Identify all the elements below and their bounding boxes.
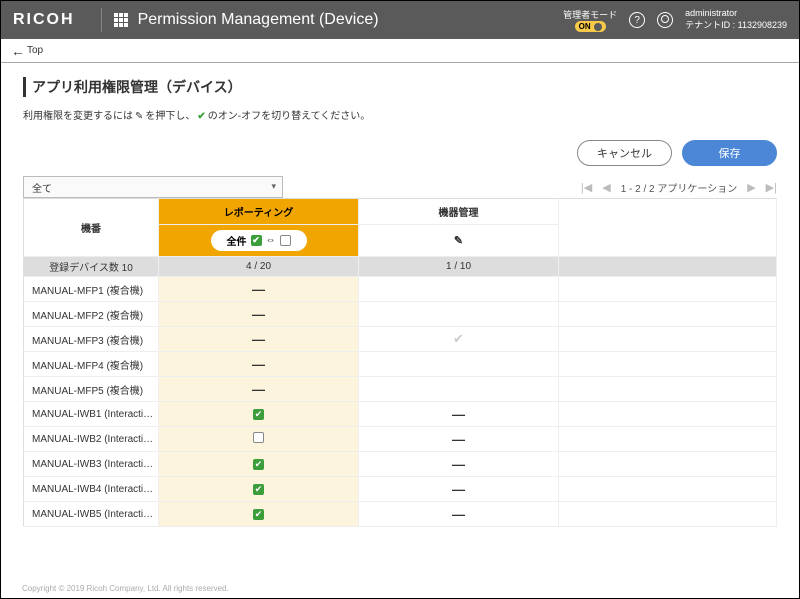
report-cell[interactable]: ✔ <box>159 402 359 427</box>
device-name: MANUAL-MFP1 (複合機) <box>24 277 159 302</box>
pager-first-icon[interactable]: |◀ <box>581 181 592 194</box>
pencil-icon: ✎ <box>135 111 143 122</box>
report-cell[interactable]: ✔ <box>159 477 359 502</box>
dash-icon: — <box>252 282 265 297</box>
device-cell[interactable] <box>359 377 559 402</box>
col-reporting[interactable]: レポーティング <box>159 199 359 225</box>
check-icon: ✔ <box>197 111 205 122</box>
report-cell[interactable]: — <box>159 302 359 327</box>
device-cell[interactable] <box>359 277 559 302</box>
checkbox-off-icon[interactable] <box>253 432 264 443</box>
app-title: Permission Management (Device) <box>138 11 379 29</box>
brand-logo: RICOH <box>13 11 75 29</box>
user-name: administrator <box>685 8 787 20</box>
admin-mode-toggle[interactable]: ON <box>575 21 606 32</box>
dash-icon: — <box>452 432 465 447</box>
device-count: 登録デバイス数 10 <box>24 257 159 277</box>
col-model: 機番 <box>24 199 159 257</box>
report-cell[interactable]: — <box>159 352 359 377</box>
device-name: MANUAL-IWB2 (Interacti… <box>24 427 159 452</box>
separator <box>101 8 102 32</box>
pager-last-icon[interactable]: ▶| <box>766 181 777 194</box>
pencil-icon: ✎ <box>454 235 463 247</box>
tenant-id: テナントID : 1132908239 <box>685 20 787 32</box>
device-cell[interactable]: — <box>359 502 559 527</box>
device-cell[interactable]: — <box>359 427 559 452</box>
back-link[interactable]: ← Top <box>1 39 799 63</box>
pager-text: 1 - 2 / 2 アプリケーション <box>621 180 738 195</box>
table-row: MANUAL-MFP3 (複合機) — ✔ <box>24 327 777 352</box>
help-icon[interactable]: ? <box>629 12 645 28</box>
cancel-button[interactable]: キャンセル <box>577 140 672 166</box>
page-title: アプリ利用権限管理（デバイス） <box>23 77 777 97</box>
dash-icon: — <box>252 382 265 397</box>
dash-icon: — <box>252 357 265 372</box>
dash-icon: — <box>452 407 465 422</box>
device-name: MANUAL-MFP4 (複合機) <box>24 352 159 377</box>
admin-mode-label: 管理者モード <box>563 8 617 21</box>
report-cell[interactable] <box>159 427 359 452</box>
device-name: MANUAL-MFP5 (複合機) <box>24 377 159 402</box>
pager: |◀ ◀ 1 - 2 / 2 アプリケーション ▶ ▶| <box>581 180 777 195</box>
checkbox-on-icon[interactable]: ✔ <box>253 409 264 420</box>
devicemgmt-count: 1 / 10 <box>359 257 559 277</box>
device-cell[interactable] <box>359 302 559 327</box>
device-cell[interactable] <box>359 352 559 377</box>
device-name: MANUAL-IWB4 (Interacti… <box>24 477 159 502</box>
table-row: MANUAL-IWB5 (Interacti… ✔ — <box>24 502 777 527</box>
save-button[interactable]: 保存 <box>682 140 777 166</box>
check-gray-icon: ✔ <box>453 331 464 346</box>
checkbox-on-icon[interactable]: ✔ <box>253 509 264 520</box>
dash-icon: — <box>252 332 265 347</box>
permission-table: 機番 レポーティング 機器管理 全件 ✔ ⇔ ✎ 登録デバイス数 10 4 / … <box>23 198 777 527</box>
report-count: 4 / 20 <box>159 257 359 277</box>
table-row: MANUAL-MFP5 (複合機) — <box>24 377 777 402</box>
checkbox-on-icon[interactable]: ✔ <box>253 484 264 495</box>
all-toggle-button[interactable]: 全件 ✔ ⇔ <box>211 230 307 251</box>
all-toggle-cell: 全件 ✔ ⇔ <box>159 225 359 257</box>
edit-device-col[interactable]: ✎ <box>359 225 559 257</box>
device-name: MANUAL-IWB5 (Interacti… <box>24 502 159 527</box>
device-name: MANUAL-MFP2 (複合機) <box>24 302 159 327</box>
dash-icon: — <box>452 482 465 497</box>
back-arrow-icon: ← <box>11 43 25 59</box>
report-cell[interactable]: ✔ <box>159 502 359 527</box>
app-header: RICOH Permission Management (Device) 管理者… <box>1 1 799 39</box>
device-cell[interactable]: — <box>359 477 559 502</box>
report-cell[interactable]: ✔ <box>159 452 359 477</box>
user-icon[interactable] <box>657 12 673 28</box>
table-row: MANUAL-IWB3 (Interacti… ✔ — <box>24 452 777 477</box>
user-info: administrator テナントID : 1132908239 <box>685 8 787 31</box>
admin-mode: 管理者モード ON <box>563 8 617 32</box>
table-row: MANUAL-IWB2 (Interacti… — <box>24 427 777 452</box>
device-name: MANUAL-IWB1 (Interacti… <box>24 402 159 427</box>
device-name: MANUAL-IWB3 (Interacti… <box>24 452 159 477</box>
back-label: Top <box>27 45 43 56</box>
dash-icon: — <box>452 507 465 522</box>
pager-prev-icon[interactable]: ◀ <box>602 181 610 194</box>
apps-grid-icon[interactable] <box>114 13 128 27</box>
dash-icon: — <box>452 457 465 472</box>
checkbox-on-icon[interactable]: ✔ <box>251 235 262 246</box>
device-cell[interactable]: — <box>359 452 559 477</box>
table-row: MANUAL-MFP1 (複合機) — <box>24 277 777 302</box>
device-cell[interactable]: ✔ <box>359 327 559 352</box>
dash-icon: — <box>252 307 265 322</box>
col-device-mgmt[interactable]: 機器管理 <box>359 199 559 225</box>
pager-next-icon[interactable]: ▶ <box>747 181 755 194</box>
table-row: MANUAL-MFP2 (複合機) — <box>24 302 777 327</box>
filter-dropdown[interactable]: 全て <box>23 176 283 198</box>
device-cell[interactable]: — <box>359 402 559 427</box>
instruction-text: 利用権限を変更するには✎を押下し、✔のオン-オフを切り替えてください。 <box>23 107 777 122</box>
checkbox-off-icon[interactable] <box>280 235 291 246</box>
device-name: MANUAL-MFP3 (複合機) <box>24 327 159 352</box>
report-cell[interactable]: — <box>159 327 359 352</box>
report-cell[interactable]: — <box>159 277 359 302</box>
table-row: MANUAL-MFP4 (複合機) — <box>24 352 777 377</box>
table-row: MANUAL-IWB1 (Interacti… ✔ — <box>24 402 777 427</box>
checkbox-on-icon[interactable]: ✔ <box>253 459 264 470</box>
report-cell[interactable]: — <box>159 377 359 402</box>
table-row: MANUAL-IWB4 (Interacti… ✔ — <box>24 477 777 502</box>
copyright: Copyright © 2019 Ricoh Company, Ltd. All… <box>22 584 229 593</box>
